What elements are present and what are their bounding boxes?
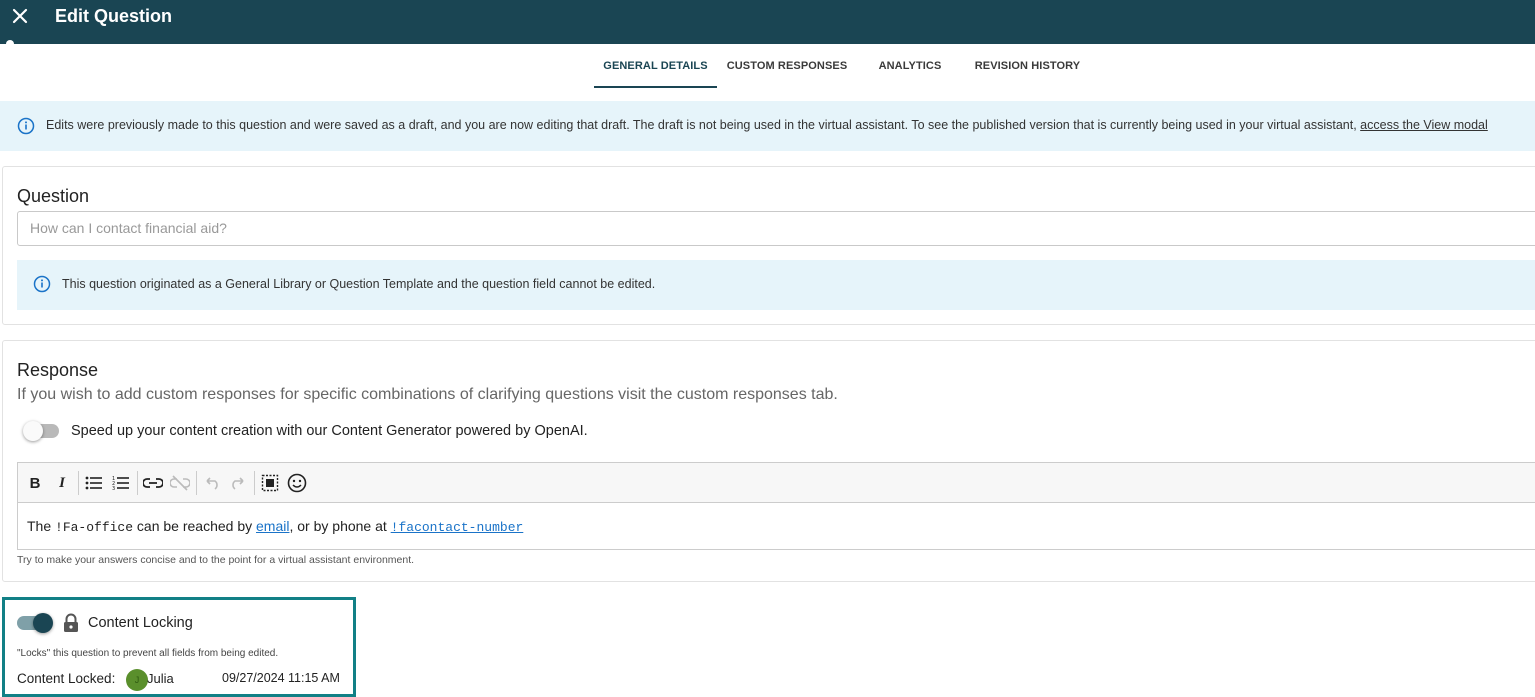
response-hint: Try to make your answers concise and to … bbox=[17, 554, 415, 566]
info-icon bbox=[17, 117, 35, 135]
response-card: Response If you wish to add custom respo… bbox=[2, 340, 1535, 582]
access-view-modal-link[interactable]: access the View modal bbox=[1360, 118, 1488, 132]
content-generator-toggle[interactable] bbox=[23, 421, 59, 441]
content-generator-toggle-row: Speed up your content creation with our … bbox=[23, 421, 588, 441]
lock-icon bbox=[62, 613, 80, 633]
tab-general-details[interactable]: GENERAL DETAILS bbox=[594, 44, 717, 88]
content-locking-toggle[interactable] bbox=[17, 613, 53, 633]
question-info-text: This question originated as a General Li… bbox=[62, 277, 656, 291]
toolbar-divider bbox=[137, 471, 138, 495]
draft-info-text: Edits were previously made to this quest… bbox=[46, 118, 1488, 132]
editor-toolbar: B I 123 bbox=[18, 463, 1535, 503]
content-locking-description: "Locks" this question to prevent all fie… bbox=[17, 648, 279, 659]
bulleted-list-icon[interactable] bbox=[83, 472, 105, 494]
content-locking-panel: Content Locking "Locks" this question to… bbox=[2, 597, 356, 697]
question-input[interactable]: How can I contact financial aid? bbox=[17, 211, 1535, 246]
svg-text:3: 3 bbox=[112, 486, 115, 491]
insert-link-icon[interactable] bbox=[142, 472, 164, 494]
locked-date: 09/27/2024 11:15 AM bbox=[222, 671, 340, 685]
avatar: J bbox=[126, 669, 148, 691]
toolbar-divider bbox=[254, 471, 255, 495]
variable-token: !Fa-office bbox=[55, 520, 134, 535]
italic-icon[interactable]: I bbox=[51, 472, 73, 494]
content-locked-label: Content Locked: bbox=[17, 671, 116, 686]
content-generator-label: Speed up your content creation with our … bbox=[71, 423, 588, 439]
toolbar-divider bbox=[196, 471, 197, 495]
toolbar-divider bbox=[78, 471, 79, 495]
tab-bar: GENERAL DETAILS CUSTOM RESPONSES ANALYTI… bbox=[0, 44, 1535, 88]
content-locking-label: Content Locking bbox=[88, 615, 193, 631]
editor-content[interactable]: The !Fa-office can be reached by email, … bbox=[27, 518, 523, 535]
top-bar: Edit Question bbox=[0, 0, 1535, 44]
close-icon[interactable] bbox=[10, 6, 30, 26]
response-heading: Response bbox=[17, 360, 99, 380]
toggle-knob bbox=[33, 613, 53, 633]
tab-custom-responses[interactable]: CUSTOM RESPONSES bbox=[724, 44, 850, 88]
question-info-banner: This question originated as a General Li… bbox=[17, 260, 1535, 310]
draft-info-banner: Edits were previously made to this quest… bbox=[0, 101, 1535, 151]
question-card: Question How can I contact financial aid… bbox=[2, 166, 1535, 325]
tab-revision-history[interactable]: REVISION HISTORY bbox=[970, 44, 1085, 88]
emoji-icon[interactable] bbox=[286, 472, 308, 494]
response-subtitle: If you wish to add custom responses for … bbox=[17, 386, 838, 403]
numbered-list-icon[interactable]: 123 bbox=[110, 472, 132, 494]
phone-variable-link[interactable]: !facontact-number bbox=[391, 518, 524, 535]
locked-by-user: Julia bbox=[147, 671, 174, 686]
remove-link-icon[interactable] bbox=[169, 472, 191, 494]
bold-icon[interactable]: B bbox=[24, 472, 46, 494]
content-locked-info: Content Locked: J Julia 09/27/2024 11:15… bbox=[17, 669, 352, 691]
redo-icon[interactable] bbox=[227, 472, 249, 494]
question-heading: Question bbox=[17, 186, 90, 206]
undo-icon[interactable] bbox=[201, 472, 223, 494]
email-link[interactable]: email bbox=[256, 518, 289, 534]
toggle-knob bbox=[23, 421, 43, 441]
tab-analytics[interactable]: ANALYTICS bbox=[870, 44, 950, 88]
info-icon bbox=[33, 275, 51, 293]
page-title: Edit Question bbox=[55, 6, 172, 26]
select-all-icon[interactable] bbox=[259, 472, 281, 494]
response-editor: B I 123 The !Fa-office can be reached by… bbox=[17, 462, 1535, 550]
